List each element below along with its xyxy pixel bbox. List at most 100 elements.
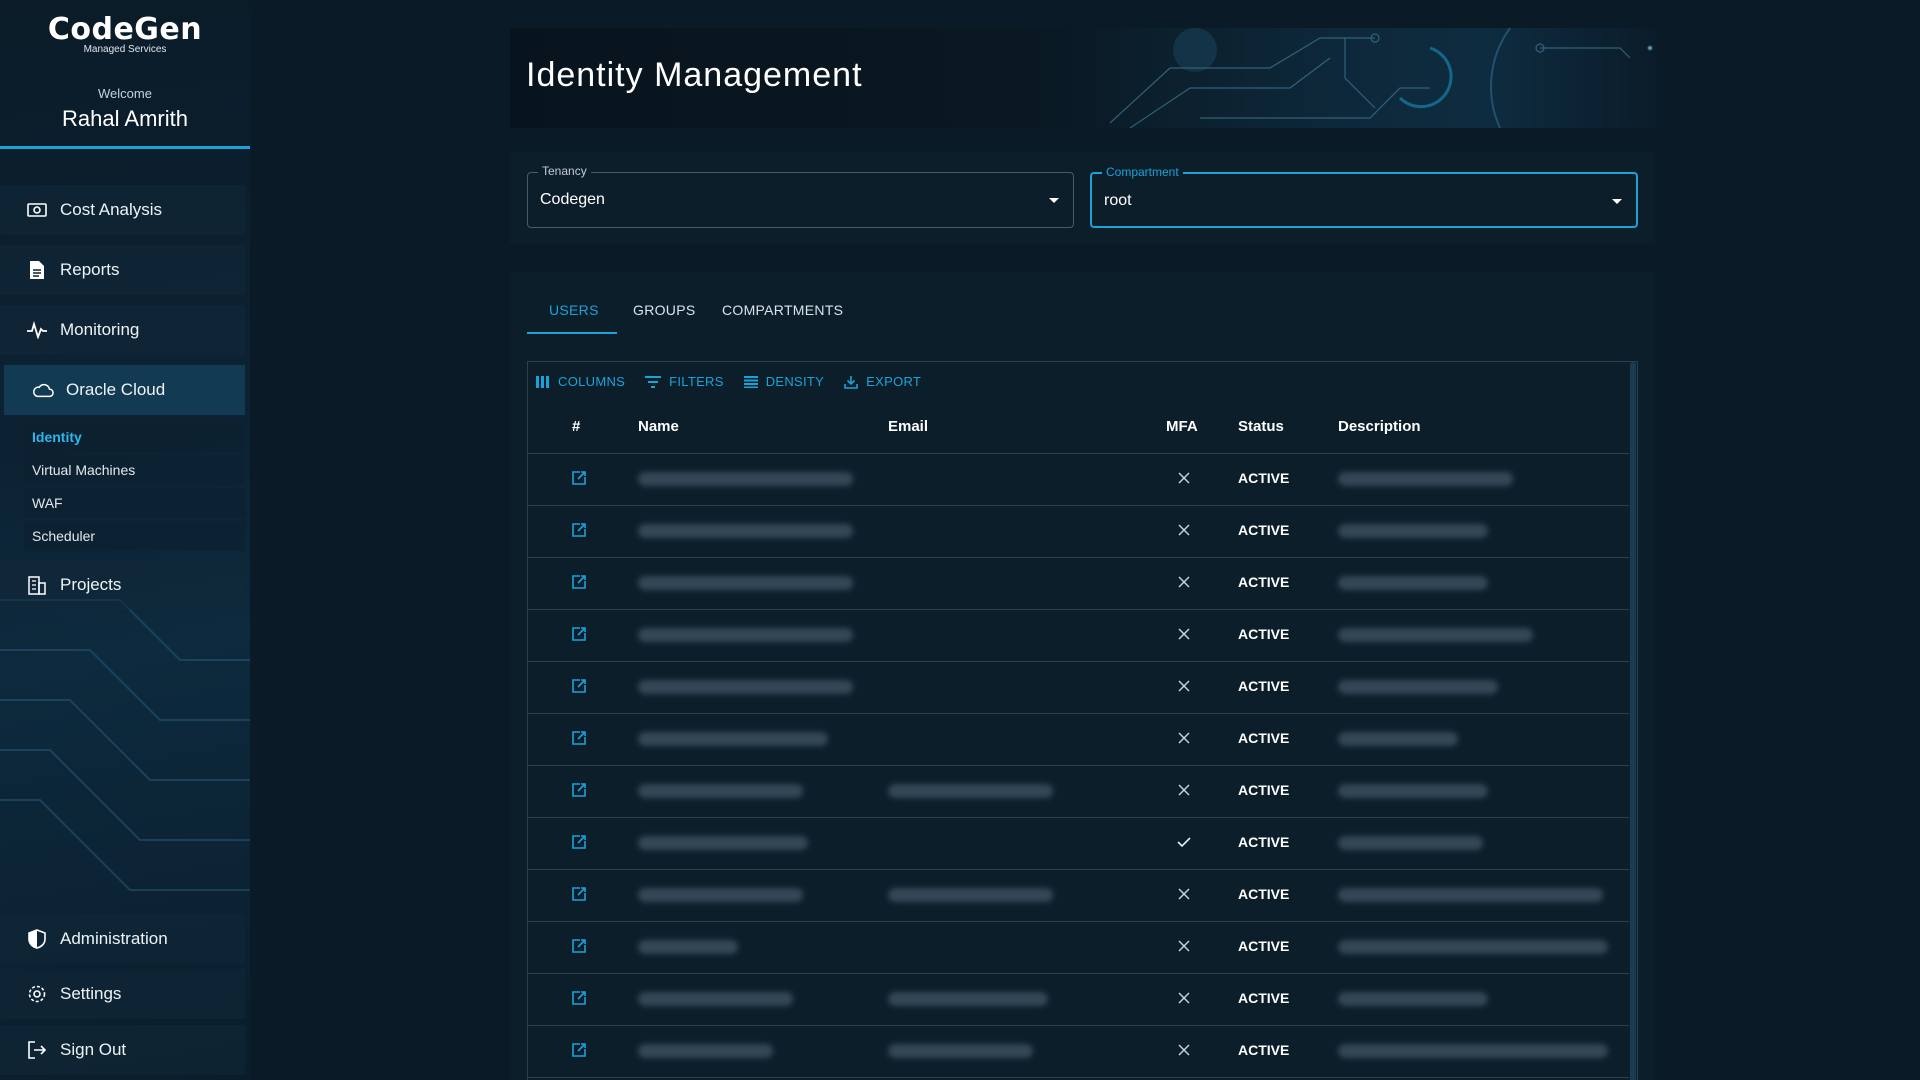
compartment-select[interactable]: Compartment root (1090, 165, 1638, 228)
building-icon (26, 574, 48, 596)
users-data-grid: COLUMNS FILTERS DENSITY EXPORT # Name Em… (527, 361, 1638, 1080)
status-cell: ACTIVE (1238, 886, 1290, 902)
sub-item-waf[interactable]: WAF (24, 488, 245, 518)
edit-icon[interactable] (571, 626, 587, 642)
edit-icon[interactable] (571, 886, 587, 902)
filters-button-label: FILTERS (669, 374, 724, 389)
compartment-select-label: Compartment (1102, 165, 1183, 179)
active-tab-indicator (527, 332, 617, 334)
nav-oracle-cloud-label: Oracle Cloud (66, 380, 166, 399)
status-cell: ACTIVE (1238, 990, 1290, 1006)
nav-cost-analysis[interactable]: Cost Analysis (0, 185, 245, 235)
table-row[interactable]: ACTIVE (528, 870, 1637, 922)
page-header-banner: Identity Management (510, 28, 1655, 128)
tab-groups[interactable]: GROUPS (633, 302, 695, 318)
nav-monitoring[interactable]: Monitoring (0, 305, 245, 355)
name-cell-redacted (638, 784, 803, 798)
table-row[interactable]: ACTIVE (528, 454, 1637, 506)
pulse-icon (26, 319, 48, 341)
sub-item-virtual-machines[interactable]: Virtual Machines (24, 455, 245, 485)
sub-item-scheduler[interactable]: Scheduler (24, 521, 245, 551)
tab-compartments[interactable]: COMPARTMENTS (722, 302, 843, 318)
nav-administration[interactable]: Administration (0, 914, 245, 964)
page-title: Identity Management (526, 56, 863, 94)
close-icon (1176, 990, 1192, 1006)
edit-icon[interactable] (571, 990, 587, 1006)
status-cell: ACTIVE (1238, 782, 1290, 798)
density-button[interactable]: DENSITY (743, 374, 824, 389)
tab-users[interactable]: USERS (549, 302, 599, 318)
email-cell-redacted (888, 1044, 1033, 1058)
sign-out-icon (26, 1039, 48, 1061)
edit-icon[interactable] (571, 470, 587, 486)
export-button-label: EXPORT (866, 374, 922, 389)
filter-icon (645, 375, 662, 388)
description-cell-redacted (1338, 1044, 1608, 1058)
column-header-description[interactable]: Description (1338, 418, 1421, 435)
table-row[interactable]: ACTIVE (528, 662, 1637, 714)
email-cell-redacted (888, 888, 1053, 902)
user-name: Rahal Amrith (62, 106, 188, 131)
sub-item-identity[interactable]: Identity (24, 422, 245, 452)
edit-icon[interactable] (571, 782, 587, 798)
nav-sign-out[interactable]: Sign Out (0, 1025, 245, 1075)
table-row[interactable]: ACTIVE (528, 974, 1637, 1026)
nav-projects[interactable]: Projects (0, 560, 245, 610)
close-icon (1176, 574, 1192, 590)
edit-icon[interactable] (571, 834, 587, 850)
column-header-name[interactable]: Name (638, 418, 679, 435)
email-cell-redacted (888, 784, 1053, 798)
table-row[interactable]: ACTIVE (528, 714, 1637, 766)
table-row[interactable]: ACTIVE (528, 922, 1637, 974)
nav-settings[interactable]: Settings (0, 969, 245, 1019)
table-row[interactable]: ACTIVE (528, 506, 1637, 558)
table-row[interactable]: ACTIVE (528, 766, 1637, 818)
table-row[interactable]: ACTIVE (528, 1026, 1637, 1078)
grid-scrollbar[interactable] (1629, 362, 1637, 1080)
close-icon (1176, 678, 1192, 694)
tenancy-select-label: Tenancy (538, 164, 591, 178)
edit-icon[interactable] (571, 938, 587, 954)
edit-icon[interactable] (571, 1042, 587, 1058)
table-row[interactable]: ACTIVE (528, 818, 1637, 870)
edit-icon[interactable] (571, 522, 587, 538)
name-cell-redacted (638, 732, 828, 746)
column-header-index[interactable]: # (572, 418, 580, 435)
circuit-banner-decoration (1109, 28, 1653, 128)
chevron-down-icon (1049, 198, 1059, 203)
close-icon (1176, 1042, 1192, 1058)
nav-administration-label: Administration (60, 929, 168, 948)
edit-icon[interactable] (571, 678, 587, 694)
nav-oracle-cloud[interactable]: Oracle Cloud (4, 365, 245, 415)
description-cell-redacted (1338, 992, 1488, 1006)
name-cell-redacted (638, 992, 793, 1006)
column-header-status[interactable]: Status (1238, 418, 1284, 435)
name-cell-redacted (638, 524, 853, 538)
nav-settings-label: Settings (60, 984, 122, 1003)
edit-icon[interactable] (571, 574, 587, 590)
edit-icon[interactable] (571, 730, 587, 746)
filters-button[interactable]: FILTERS (645, 374, 724, 389)
nav-cost-analysis-label: Cost Analysis (60, 200, 163, 219)
document-icon (26, 259, 48, 281)
nav-reports[interactable]: Reports (0, 245, 245, 295)
status-cell: ACTIVE (1238, 678, 1290, 694)
export-button[interactable]: EXPORT (844, 374, 921, 389)
name-cell-redacted (638, 836, 808, 850)
table-row[interactable]: ACTIVE (528, 558, 1637, 610)
description-cell-redacted (1338, 940, 1608, 954)
columns-button[interactable]: COLUMNS (536, 374, 625, 389)
column-header-mfa[interactable]: MFA (1166, 418, 1198, 435)
scrollbar-thumb[interactable] (1630, 362, 1636, 1080)
user-divider (0, 146, 250, 149)
close-icon (1176, 522, 1192, 538)
brand-name: CodeGen (47, 12, 203, 47)
nav-reports-label: Reports (60, 260, 120, 279)
nav-sign-out-label: Sign Out (60, 1040, 127, 1059)
tenancy-select-value: Codegen (540, 191, 605, 208)
sidebar: CodeGen Managed Services Welcome Rahal A… (0, 0, 250, 1080)
name-cell-redacted (638, 888, 803, 902)
tenancy-select[interactable]: Tenancy Codegen (527, 164, 1074, 228)
table-row[interactable]: ACTIVE (528, 610, 1637, 662)
column-header-email[interactable]: Email (888, 418, 928, 435)
